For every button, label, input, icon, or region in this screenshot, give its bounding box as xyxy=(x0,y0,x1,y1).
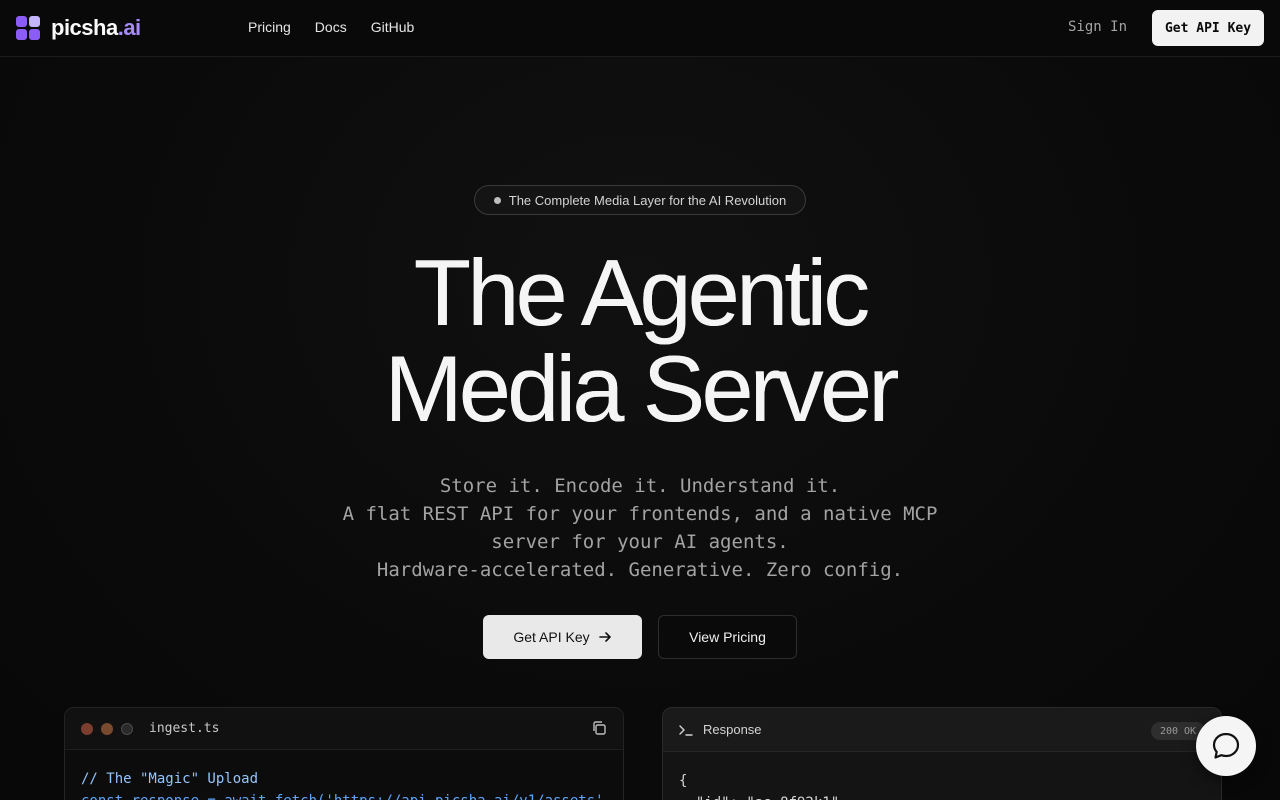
response-line: "id": "as_8f92k1", xyxy=(679,792,1205,800)
subtitle-line: A flat REST API for your frontends, and … xyxy=(342,503,938,525)
code-panel-header: ingest.ts xyxy=(65,708,623,750)
code-line: // The "Magic" Upload xyxy=(81,771,259,787)
view-pricing-button[interactable]: View Pricing xyxy=(658,615,797,659)
code-filename: ingest.ts xyxy=(149,721,220,736)
response-body: { "id": "as_8f92k1", xyxy=(663,752,1221,800)
window-dot-icon xyxy=(101,723,113,735)
brand-name: picsha.ai xyxy=(51,15,141,40)
sign-in-link[interactable]: Sign In xyxy=(1068,19,1127,35)
subtitle-line: Store it. Encode it. Understand it. xyxy=(439,475,841,497)
hero-badge: The Complete Media Layer for the AI Revo… xyxy=(474,185,806,215)
subtitle-line: server for your AI agents. xyxy=(491,531,789,553)
terminal-icon xyxy=(679,724,693,736)
response-panel-header: Response 200 OK xyxy=(663,708,1221,752)
window-dot-icon xyxy=(121,723,133,735)
chat-widget-button[interactable] xyxy=(1196,716,1256,776)
hero-title-line-2: Media Server xyxy=(384,336,900,441)
response-title: Response xyxy=(679,722,762,737)
arrow-right-icon xyxy=(598,632,611,642)
chat-bubble-icon xyxy=(1212,732,1240,759)
nav-links: Pricing Docs GitHub xyxy=(248,19,414,35)
get-api-key-button[interactable]: Get API Key xyxy=(483,615,642,659)
copy-icon[interactable] xyxy=(591,720,607,736)
response-panel: Response 200 OK { "id": "as_8f92k1", xyxy=(662,707,1222,800)
nav-get-api-key-button[interactable]: Get API Key xyxy=(1152,10,1264,46)
brand-logo[interactable]: picsha.ai xyxy=(16,16,141,40)
hero-title-line-1: The Agentic xyxy=(413,240,870,345)
get-api-key-label: Get API Key xyxy=(513,629,590,645)
subtitle-line: Hardware-accelerated. Generative. Zero c… xyxy=(376,559,904,581)
code-body: // The "Magic" Upload const response = aw… xyxy=(65,750,623,800)
badge-dot-icon xyxy=(493,196,501,204)
top-nav: picsha.ai Pricing Docs GitHub Sign In Ge… xyxy=(0,0,1280,57)
nav-link-github[interactable]: GitHub xyxy=(371,19,415,35)
hero-title: The Agentic Media Server xyxy=(0,245,1280,437)
code-panel: ingest.ts // The "Magic" Upload const res… xyxy=(64,707,624,800)
logo-mark-icon xyxy=(16,16,40,40)
code-line: const response = await fetch('https://ap… xyxy=(81,790,623,800)
badge-label: The Complete Media Layer for the AI Revo… xyxy=(508,192,787,208)
nav-link-pricing[interactable]: Pricing xyxy=(248,19,291,35)
window-dot-icon xyxy=(81,723,93,735)
hero-subtitle: Store it. Encode it. Understand it. A fl… xyxy=(300,472,980,584)
nav-link-docs[interactable]: Docs xyxy=(315,19,347,35)
response-title-label: Response xyxy=(703,722,762,737)
response-line: { xyxy=(679,773,688,789)
